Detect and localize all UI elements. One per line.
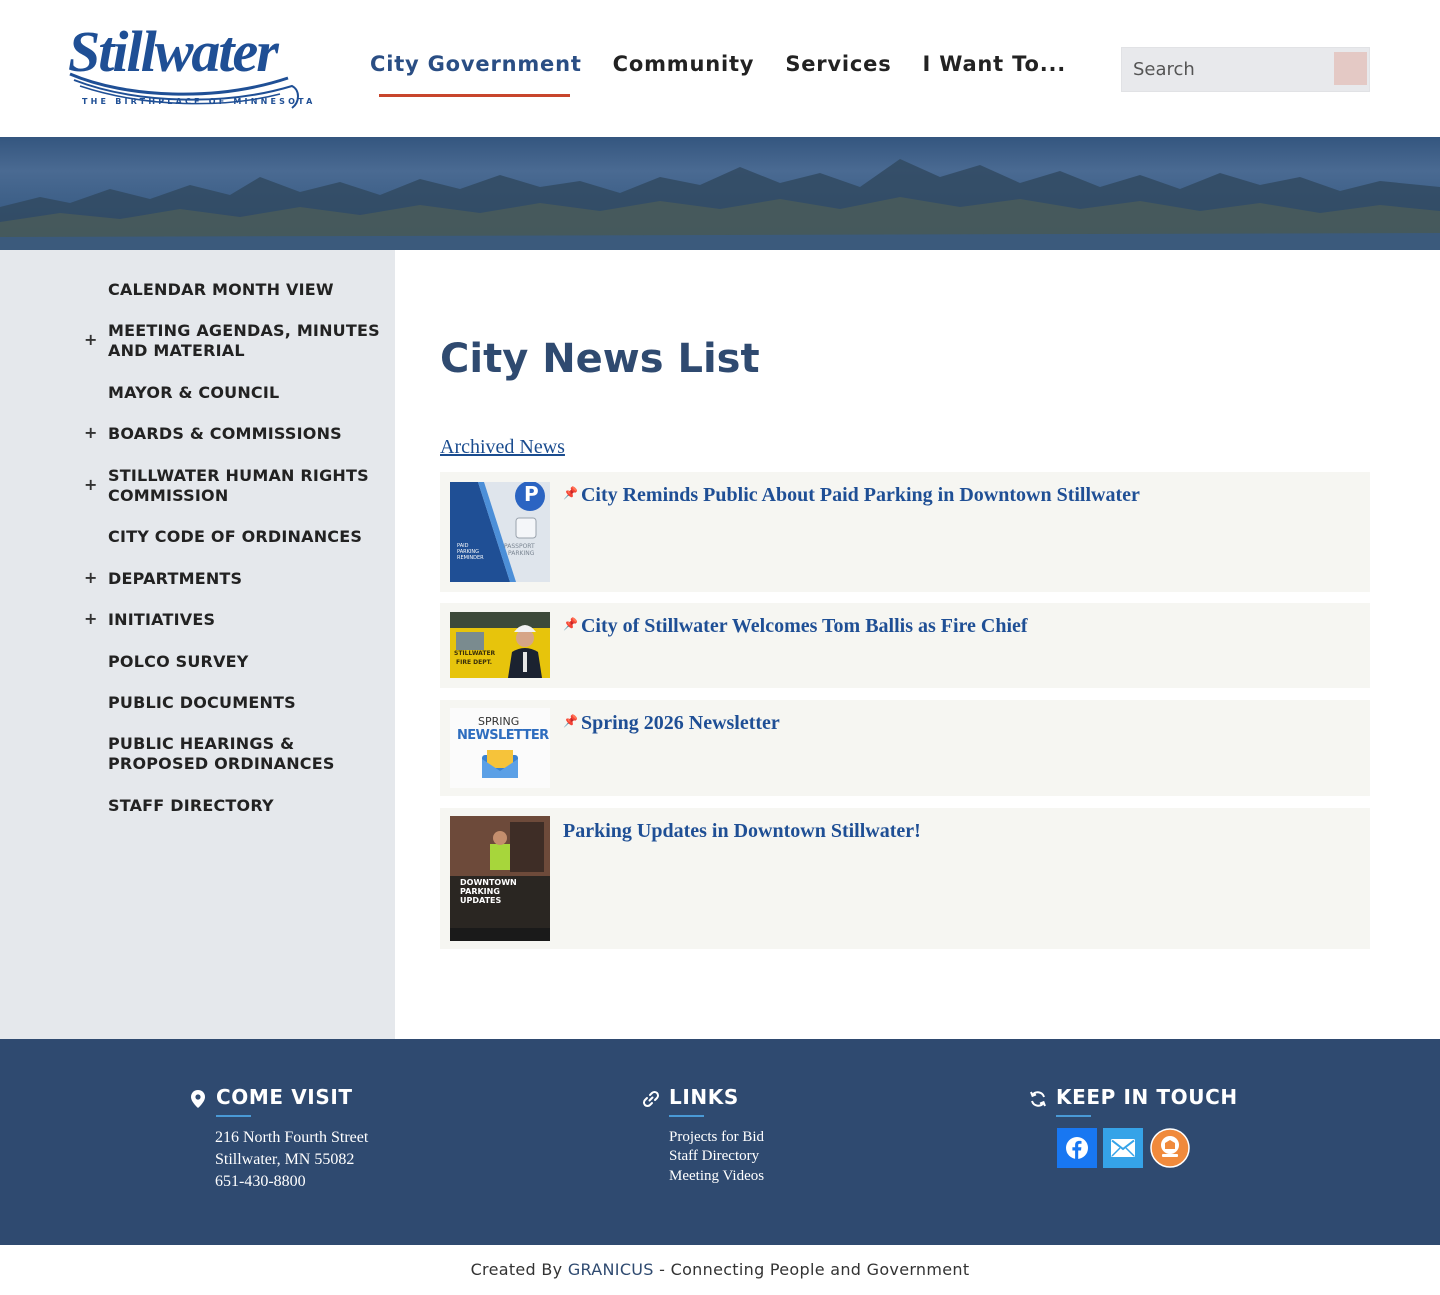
news-title-link[interactable]: Parking Updates in Downtown Stillwater! bbox=[563, 820, 921, 843]
credits-suffix: - Connecting People and Government bbox=[653, 1260, 970, 1279]
site-logo[interactable]: Stillwater THE BIRTHPLACE OF MINNESOTA bbox=[66, 18, 312, 114]
notify-me-button[interactable] bbox=[1150, 1128, 1190, 1168]
footer-heading-links: LINKS bbox=[669, 1085, 739, 1109]
footer-address-line1: 216 North Fourth Street bbox=[215, 1129, 369, 1146]
email-button[interactable] bbox=[1103, 1128, 1143, 1168]
notify-me-icon bbox=[1150, 1128, 1190, 1168]
nav-services[interactable]: Services bbox=[785, 52, 891, 76]
sidebar-item-human-rights-commission[interactable]: STILLWATER HUMAN RIGHTS COMMISSION bbox=[108, 466, 383, 506]
nav-i-want-to[interactable]: I Want To... bbox=[923, 52, 1067, 76]
thumb-text: PASSPORT bbox=[504, 543, 535, 550]
thumb-text: FIRE DEPT. bbox=[456, 659, 493, 666]
credits-prefix: Created By bbox=[470, 1260, 568, 1279]
news-title-text: City Reminds Public About Paid Parking i… bbox=[580, 484, 1140, 506]
news-thumbnail[interactable]: P PAID PARKING REMINDER PASSPORT PARKING bbox=[450, 482, 550, 582]
news-thumbnail[interactable]: SPRING NEWSLETTER bbox=[450, 708, 550, 788]
news-title-text: Parking Updates in Downtown Stillwater! bbox=[563, 820, 921, 842]
archived-news-link[interactable]: Archived News bbox=[440, 436, 565, 459]
site-header: Stillwater THE BIRTHPLACE OF MINNESOTA C… bbox=[0, 0, 1440, 137]
sidebar-item-public-hearings[interactable]: PUBLIC HEARINGS & PROPOSED ORDINANCES bbox=[108, 734, 368, 774]
news-item: SPRING NEWSLETTER 📌 Spring 2026 Newslette… bbox=[440, 700, 1370, 796]
nav-city-government[interactable]: City Government bbox=[370, 52, 582, 76]
expand-plus-icon[interactable]: + bbox=[84, 330, 97, 349]
treeline-image bbox=[0, 159, 1440, 250]
credits-bar: Created By GRANICUS - Connecting People … bbox=[0, 1245, 1440, 1295]
news-thumbnail[interactable]: STILLWATER FIRE DEPT. bbox=[450, 612, 550, 678]
refresh-icon bbox=[1030, 1091, 1046, 1107]
heading-underline bbox=[669, 1115, 704, 1117]
thumb-text: DOWNTOWN bbox=[460, 878, 517, 887]
sidebar-item-polco-survey[interactable]: POLCO SURVEY bbox=[108, 652, 383, 672]
hero-banner bbox=[0, 137, 1440, 250]
footer-address-line2: Stillwater, MN 55082 bbox=[215, 1151, 355, 1168]
news-title-link[interactable]: 📌 City Reminds Public About Paid Parking … bbox=[563, 484, 1140, 507]
news-item: DOWNTOWN PARKING UPDATES Parking Updates… bbox=[440, 808, 1370, 949]
nav-community[interactable]: Community bbox=[613, 52, 755, 76]
footer-link-staff-directory[interactable]: Staff Directory bbox=[669, 1148, 759, 1165]
footer-link-projects-for-bid[interactable]: Projects for Bid bbox=[669, 1129, 764, 1146]
sidebar-item-mayor-council[interactable]: MAYOR & COUNCIL bbox=[108, 383, 383, 403]
news-title-text: City of Stillwater Welcomes Tom Ballis a… bbox=[580, 615, 1028, 637]
sidebar-item-staff-directory[interactable]: STAFF DIRECTORY bbox=[108, 796, 383, 816]
sidebar-nav bbox=[0, 250, 395, 1039]
news-title-text: Spring 2026 Newsletter bbox=[580, 712, 780, 734]
email-icon bbox=[1111, 1139, 1135, 1157]
sidebar-item-meeting-agendas[interactable]: MEETING AGENDAS, MINUTES AND MATERIAL bbox=[108, 321, 383, 361]
thumb-text: PARKING bbox=[508, 550, 535, 557]
envelope-icon bbox=[482, 750, 518, 778]
facebook-button[interactable] bbox=[1057, 1128, 1097, 1168]
heading-underline bbox=[216, 1115, 251, 1117]
news-thumbnail[interactable]: DOWNTOWN PARKING UPDATES bbox=[450, 816, 550, 941]
thumb-text: UPDATES bbox=[460, 896, 502, 905]
thumb-text: STILLWATER bbox=[454, 650, 496, 657]
expand-plus-icon[interactable]: + bbox=[84, 475, 97, 494]
sidebar-item-initiatives[interactable]: INITIATIVES bbox=[108, 610, 383, 630]
search-box bbox=[1121, 47, 1370, 92]
search-input[interactable] bbox=[1122, 48, 1327, 91]
location-pin-icon bbox=[191, 1090, 205, 1108]
news-title-link[interactable]: 📌 Spring 2026 Newsletter bbox=[563, 712, 780, 735]
pushpin-icon: 📌 bbox=[563, 486, 578, 500]
sidebar-item-calendar-month-view[interactable]: CALENDAR MONTH VIEW bbox=[108, 280, 383, 300]
sidebar-item-public-documents[interactable]: PUBLIC DOCUMENTS bbox=[108, 693, 383, 713]
logo-tagline: THE BIRTHPLACE OF MINNESOTA bbox=[82, 97, 316, 106]
thumb-text: REMINDER bbox=[457, 555, 484, 561]
thumb-text: NEWSLETTER bbox=[457, 728, 549, 743]
pushpin-icon: 📌 bbox=[563, 714, 578, 728]
expand-plus-icon[interactable]: + bbox=[84, 568, 97, 587]
thumb-text: P bbox=[524, 482, 539, 506]
sidebar-item-city-code[interactable]: CITY CODE OF ORDINANCES bbox=[108, 527, 383, 547]
link-icon bbox=[642, 1090, 660, 1108]
granicus-link[interactable]: GRANICUS bbox=[568, 1260, 654, 1279]
fire-chief-thumbnail-image bbox=[450, 612, 550, 678]
news-title-link[interactable]: 📌 City of Stillwater Welcomes Tom Ballis … bbox=[563, 615, 1028, 638]
active-nav-underline bbox=[379, 94, 570, 97]
footer-phone: 651-430-8800 bbox=[215, 1173, 306, 1190]
footer-heading-keep-in-touch: KEEP IN TOUCH bbox=[1056, 1085, 1238, 1109]
thumb-text: SPRING bbox=[478, 715, 520, 728]
page-title: City News List bbox=[440, 336, 760, 382]
thumb-text: PARKING bbox=[460, 887, 500, 896]
footer-heading-come-visit: COME VISIT bbox=[216, 1085, 353, 1109]
footer-link-meeting-videos[interactable]: Meeting Videos bbox=[669, 1168, 764, 1185]
expand-plus-icon[interactable]: + bbox=[84, 423, 97, 442]
main-nav: City Government Community Services I Wan… bbox=[370, 52, 1097, 76]
news-item: STILLWATER FIRE DEPT. 📌 City of Stillwate… bbox=[440, 603, 1370, 688]
heading-underline bbox=[1056, 1115, 1091, 1117]
pushpin-icon: 📌 bbox=[563, 617, 578, 631]
expand-plus-icon[interactable]: + bbox=[84, 609, 97, 628]
facebook-icon bbox=[1066, 1137, 1088, 1159]
sidebar-item-departments[interactable]: DEPARTMENTS bbox=[108, 569, 383, 589]
news-item: P PAID PARKING REMINDER PASSPORT PARKING… bbox=[440, 472, 1370, 592]
sidebar-item-boards-commissions[interactable]: BOARDS & COMMISSIONS bbox=[108, 424, 383, 444]
search-button[interactable] bbox=[1334, 52, 1367, 85]
